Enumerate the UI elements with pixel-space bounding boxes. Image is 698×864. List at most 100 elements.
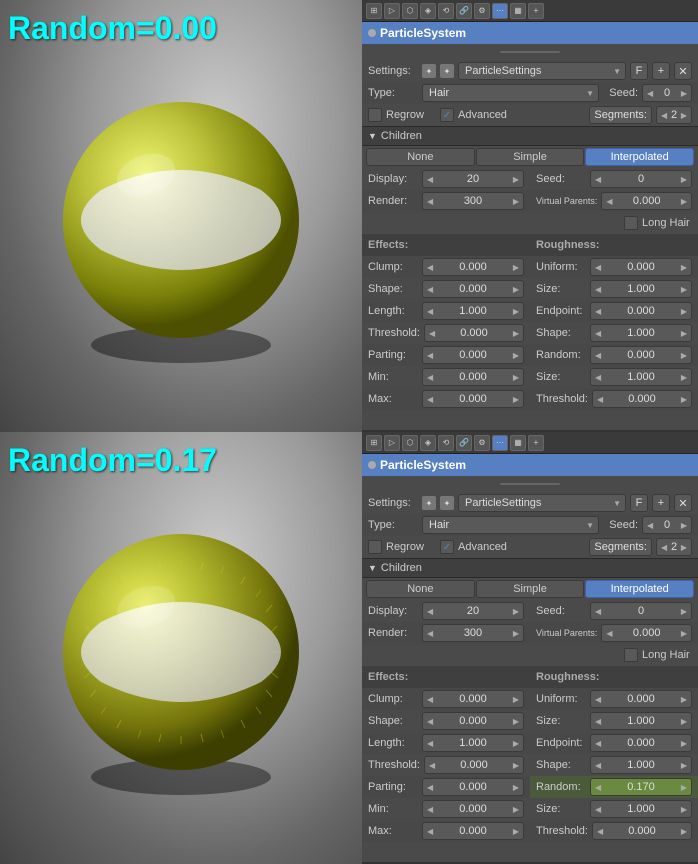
seed-input-bottom[interactable]: ◀ 0 ▶: [642, 516, 692, 534]
toolbar-icon-8[interactable]: ⋯: [492, 3, 508, 19]
tab-simple-bottom[interactable]: Simple: [476, 580, 585, 598]
collapse-bar-bottom[interactable]: [362, 476, 698, 492]
vp-label-top: Virtual Parents:: [536, 196, 597, 206]
regrow-checkbox-top[interactable]: [368, 108, 382, 122]
vp-input-bottom[interactable]: ◀0.000▶: [601, 624, 692, 642]
children-header-bottom[interactable]: ▼ Children: [362, 558, 698, 578]
seed2-input-bottom[interactable]: ◀0▶: [590, 602, 692, 620]
type-dropdown-bottom[interactable]: Hair ▼: [422, 516, 599, 534]
endpoint-input-top[interactable]: ◀0.000▶: [590, 302, 692, 320]
display-input-top[interactable]: ◀ 20 ▶: [422, 170, 524, 188]
min-input-bottom[interactable]: ◀0.000▶: [422, 800, 524, 818]
render-vp-row-top: Render: ◀ 300 ▶ Virtual Parents: ◀ 0.000…: [362, 190, 698, 212]
collapse-bar-top[interactable]: [362, 44, 698, 60]
shape2-label-top: Shape:: [536, 327, 586, 339]
random-input-top[interactable]: ◀0.000▶: [590, 346, 692, 364]
endpoint-input-bottom[interactable]: ◀0.000▶: [590, 734, 692, 752]
tab-simple-top[interactable]: Simple: [476, 148, 585, 166]
shape2-input-bottom[interactable]: ◀1.000▶: [590, 756, 692, 774]
toolbar-b-icon-4[interactable]: ◈: [420, 435, 436, 451]
toolbar-b-icon-6[interactable]: 🔗: [456, 435, 472, 451]
length-input-top[interactable]: ◀1.000▶: [422, 302, 524, 320]
settings-x-btn[interactable]: ✕: [674, 62, 692, 80]
roughness-label-bottom: Roughness:: [536, 671, 600, 683]
particle-settings-dropdown-bottom[interactable]: ParticleSettings ▼: [458, 494, 626, 512]
threshold-input-top[interactable]: ◀0.000▶: [424, 324, 524, 342]
toolbar-b-icon-7[interactable]: ⚙: [474, 435, 490, 451]
length-input-bottom[interactable]: ◀1.000▶: [422, 734, 524, 752]
size-input-top[interactable]: ◀1.000▶: [590, 280, 692, 298]
longhair-checkbox-bottom[interactable]: [624, 648, 638, 662]
threshold2-input-bottom[interactable]: ◀0.000▶: [592, 822, 692, 840]
toolbar-b-icon-10[interactable]: +: [528, 435, 544, 451]
display-label-top: Display:: [368, 173, 418, 185]
tab-none-bottom[interactable]: None: [366, 580, 475, 598]
size2-input-top[interactable]: ◀1.000▶: [590, 368, 692, 386]
toolbar-b-icon-3[interactable]: ⬡: [402, 435, 418, 451]
toolbar-icon-3[interactable]: ⬡: [402, 3, 418, 19]
endpoint-label-bottom: Endpoint:: [536, 737, 586, 749]
threshold2-input-top[interactable]: ◀0.000▶: [592, 390, 692, 408]
settings-plus-btn[interactable]: +: [652, 62, 670, 80]
toolbar-icon-6[interactable]: 🔗: [456, 3, 472, 19]
min-size2-row-bottom: Min: ◀0.000▶ Size: ◀1.000▶: [362, 798, 698, 820]
toolbar-b-icon-1[interactable]: ⊞: [366, 435, 382, 451]
toolbar-b-icon-2[interactable]: ▷: [384, 435, 400, 451]
settings-f-btn[interactable]: F: [630, 62, 648, 80]
shape-input-top[interactable]: ◀0.000▶: [422, 280, 524, 298]
toolbar-icon-5[interactable]: ⟲: [438, 3, 454, 19]
render-label-bottom: Random=0.17: [8, 442, 217, 479]
render-input-bottom[interactable]: ◀300▶: [422, 624, 524, 642]
seed-input-top[interactable]: ◀ 0 ▶: [642, 84, 692, 102]
children-header-top[interactable]: ▼ Children: [362, 126, 698, 146]
toolbar-icon-1[interactable]: ⊞: [366, 3, 382, 19]
clump-input-bottom[interactable]: ◀0.000▶: [422, 690, 524, 708]
seed2-input-top[interactable]: ◀ 0 ▶: [590, 170, 692, 188]
size-input-bottom[interactable]: ◀1.000▶: [590, 712, 692, 730]
toolbar-b-icon-8[interactable]: ⋯: [492, 435, 508, 451]
uniform-input-bottom[interactable]: ◀0.000▶: [590, 690, 692, 708]
random-input-bottom[interactable]: ◀0.170▶: [590, 778, 692, 796]
toolbar-icon-7[interactable]: ⚙: [474, 3, 490, 19]
tab-interpolated-top[interactable]: Interpolated: [585, 148, 694, 166]
advanced-label-top: Advanced: [458, 109, 508, 121]
advanced-label-bottom: Advanced: [458, 541, 508, 553]
threshold-input-bottom[interactable]: ◀0.000▶: [424, 756, 524, 774]
longhair-checkbox-top[interactable]: [624, 216, 638, 230]
parting-input-bottom[interactable]: ◀0.000▶: [422, 778, 524, 796]
longhair-label-top: Long Hair: [642, 217, 692, 229]
segments-input-top[interactable]: ◀ 2 ▶: [656, 106, 692, 124]
clump-input-top[interactable]: ◀0.000▶: [422, 258, 524, 276]
uniform-input-top[interactable]: ◀0.000▶: [590, 258, 692, 276]
toolbar-b-icon-9[interactable]: ▦: [510, 435, 526, 451]
regrow-checkbox-bottom[interactable]: [368, 540, 382, 554]
tab-interpolated-bottom[interactable]: Interpolated: [585, 580, 694, 598]
type-label-top: Type:: [368, 87, 418, 99]
min-input-top[interactable]: ◀0.000▶: [422, 368, 524, 386]
parting-input-top[interactable]: ◀0.000▶: [422, 346, 524, 364]
settings-f-btn-bottom[interactable]: F: [630, 494, 648, 512]
toolbar-b-icon-5[interactable]: ⟲: [438, 435, 454, 451]
toolbar-icon-10[interactable]: +: [528, 3, 544, 19]
toolbar-icon-4[interactable]: ◈: [420, 3, 436, 19]
shape2-input-top[interactable]: ◀1.000▶: [590, 324, 692, 342]
toolbar-icon-9[interactable]: ▦: [510, 3, 526, 19]
settings-plus-btn-bottom[interactable]: +: [652, 494, 670, 512]
max-input-bottom[interactable]: ◀0.000▶: [422, 822, 524, 840]
tab-row-bottom: None Simple Interpolated: [362, 578, 698, 600]
size2-input-bottom[interactable]: ◀1.000▶: [590, 800, 692, 818]
type-dropdown-top[interactable]: Hair ▼: [422, 84, 599, 102]
segments-input-bottom[interactable]: ◀ 2 ▶: [656, 538, 692, 556]
shape-input-bottom[interactable]: ◀0.000▶: [422, 712, 524, 730]
tab-none-top[interactable]: None: [366, 148, 475, 166]
settings-x-btn-bottom[interactable]: ✕: [674, 494, 692, 512]
display-input-bottom[interactable]: ◀20▶: [422, 602, 524, 620]
particle-settings-dropdown-top[interactable]: ParticleSettings ▼: [458, 62, 626, 80]
render-input-top[interactable]: ◀ 300 ▶: [422, 192, 524, 210]
advanced-checkbox-bottom[interactable]: [440, 540, 454, 554]
vp-input-top[interactable]: ◀ 0.000 ▶: [601, 192, 692, 210]
toolbar-icon-2[interactable]: ▷: [384, 3, 400, 19]
max-input-top[interactable]: ◀0.000▶: [422, 390, 524, 408]
advanced-checkbox-top[interactable]: [440, 108, 454, 122]
render-label-top: Random=0.00: [8, 10, 217, 47]
